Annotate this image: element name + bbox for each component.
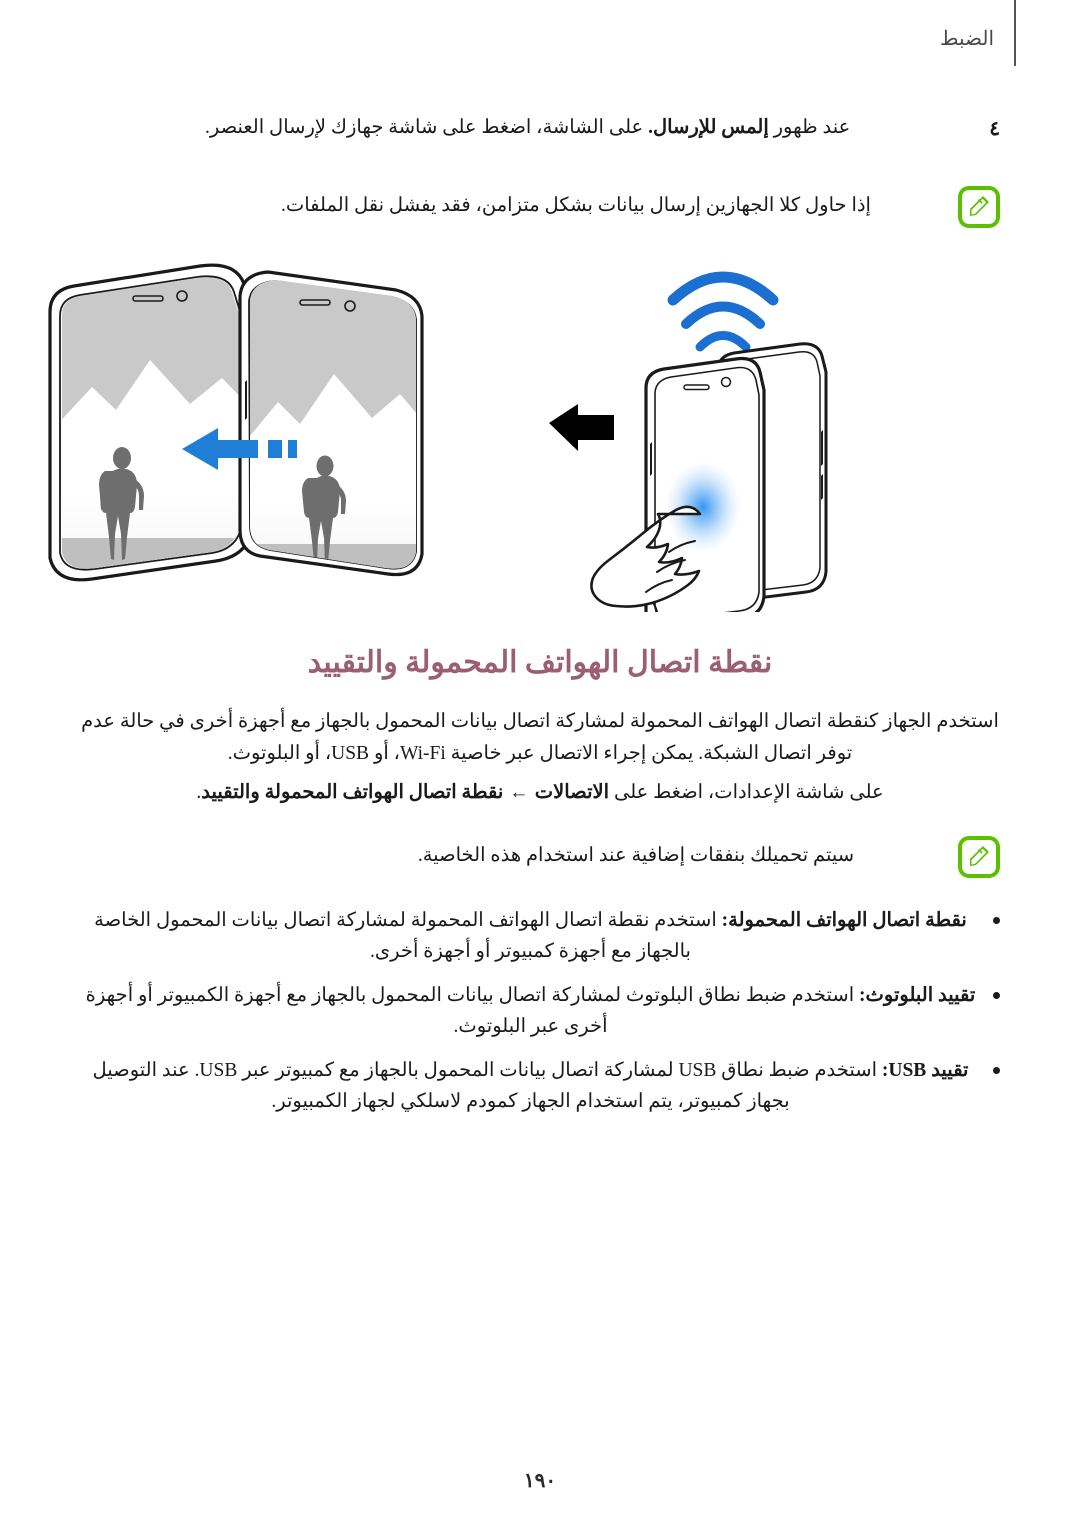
note-box-transfer: إذا حاول كلا الجهازين إرسال بيانات بشكل …	[210, 186, 1000, 228]
bullet-term: نقطة اتصال الهواتف المحمولة:	[721, 910, 967, 931]
page-number: ١٩٠	[523, 1470, 557, 1492]
nfc-android-beam-illustration	[0, 252, 1080, 630]
bullet-text: تقييد USB: استخدم ضبط نطاق USB لمشاركة ا…	[80, 1055, 981, 1117]
bullet-dot-icon	[993, 1067, 1000, 1074]
note-box-charges: سيتم تحميلك بنفقات إضافية عند استخدام هذ…	[330, 836, 1000, 878]
path-prefix: على شاشة الإعدادات، اضغط على	[609, 782, 884, 803]
path-arrow-icon: ←	[509, 782, 529, 803]
intro-line-2: توفر اتصال الشبكة. يمكن إجراء الاتصال عب…	[227, 742, 853, 764]
list-item: تقييد البلوتوث: استخدم ضبط نطاق البلوتوث…	[80, 980, 1000, 1042]
intro-line-1: استخدم الجهاز كنقطة اتصال الهواتف المحمو…	[81, 711, 999, 732]
section-heading: نقطة اتصال الهواتف المحمولة والتقييد	[307, 646, 773, 679]
nfc-waves	[667, 271, 779, 352]
bullet-dot-icon	[993, 917, 1000, 924]
bullet-text: تقييد البلوتوث: استخدم ضبط نطاق البلوتوث…	[80, 980, 981, 1042]
header-divider-rule	[1014, 0, 1016, 66]
bullet-description: استخدم نقطة اتصال الهواتف المحمولة لمشار…	[94, 910, 722, 963]
note-text: إذا حاول كلا الجهازين إرسال بيانات بشكل …	[281, 195, 871, 216]
path-item-connections: الاتصالات	[534, 782, 610, 803]
step-item-4: ٤ عند ظهور إلمس للإرسال. على الشاشة، اضغ…	[80, 112, 1000, 145]
note-pen-icon	[958, 186, 1000, 228]
bullet-text: نقطة اتصال الهواتف المحمولة: استخدم نقطة…	[80, 905, 981, 967]
settings-path-instruction: على شاشة الإعدادات، اضغط على الاتصالات←ن…	[70, 777, 1010, 809]
step-text-bold: إلمس للإرسال.	[648, 117, 769, 138]
transfer-arrow-black	[549, 404, 614, 451]
bullet-term: تقييد البلوتوث:	[859, 985, 976, 1006]
step-number: ٤	[989, 118, 1000, 140]
section-intro-paragraph: استخدم الجهاز كنقطة اتصال الهواتف المحمو…	[70, 706, 1010, 769]
phone-sending-photo	[238, 270, 424, 577]
bullet-term: تقييد USB:	[881, 1060, 969, 1081]
step-text-after: على الشاشة، اضغط على شاشة جهازك لإرسال ا…	[204, 117, 649, 138]
bullet-description: استخدم ضبط نطاق البلوتوث لمشاركة اتصال ب…	[85, 985, 860, 1038]
path-item-hotspot-tethering: نقطة اتصال الهواتف المحمولة والتقييد	[201, 782, 504, 803]
page-title: الضبط	[939, 28, 994, 50]
bullet-description: استخدم ضبط نطاق USB لمشاركة اتصال بيانات…	[92, 1060, 882, 1113]
list-item: تقييد USB: استخدم ضبط نطاق USB لمشاركة ا…	[80, 1055, 1000, 1117]
step-text-before: عند ظهور	[768, 117, 851, 138]
note-pen-icon	[958, 836, 1000, 878]
phone-receiving-photo	[48, 263, 254, 582]
list-item: نقطة اتصال الهواتف المحمولة: استخدم نقطة…	[80, 905, 1000, 967]
page-header: الضبط	[740, 0, 1080, 70]
note-text: سيتم تحميلك بنفقات إضافية عند استخدام هذ…	[417, 845, 855, 866]
tap-glow	[665, 461, 741, 553]
bullet-dot-icon	[993, 992, 1000, 999]
step-text: عند ظهور إلمس للإرسال. على الشاشة، اضغط …	[80, 112, 975, 143]
